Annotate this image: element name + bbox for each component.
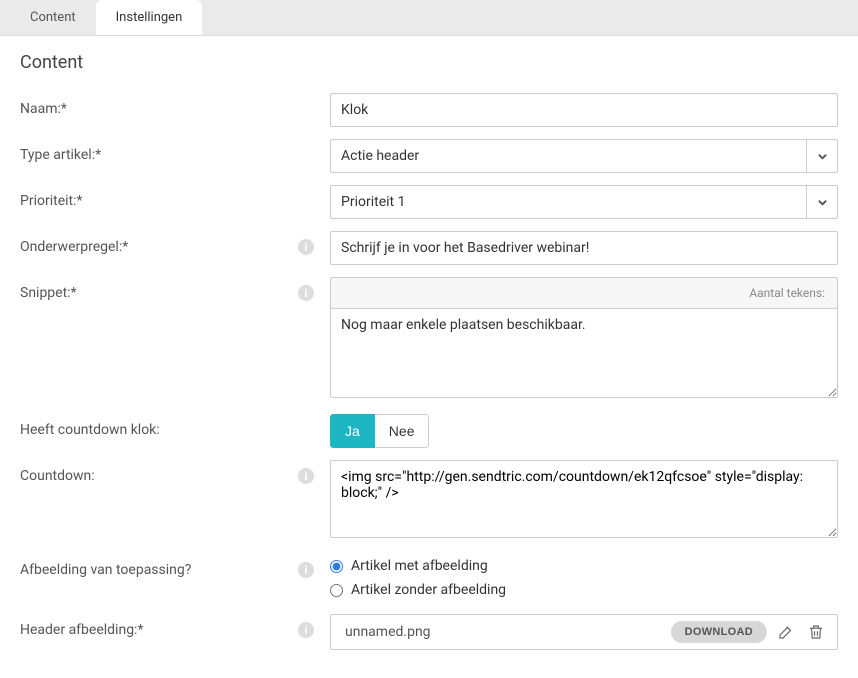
countdown-textarea[interactable] (330, 460, 838, 538)
info-icon[interactable]: i (298, 562, 314, 578)
info-icon[interactable]: i (298, 285, 314, 301)
label-type-artikel: Type artikel:* (20, 147, 101, 163)
info-icon[interactable]: i (298, 468, 314, 484)
label-onderwerpregel: Onderwerpregel:* (20, 239, 128, 255)
radio-met-afbeelding[interactable]: Artikel met afbeelding (330, 554, 838, 578)
label-prioriteit: Prioriteit:* (20, 193, 83, 209)
radio-met-input[interactable] (330, 560, 343, 573)
radio-zonder-afbeelding[interactable]: Artikel zonder afbeelding (330, 578, 838, 602)
label-header-afbeelding: Header afbeelding:* (20, 622, 143, 638)
info-icon[interactable]: i (298, 239, 314, 255)
tab-content[interactable]: Content (10, 0, 96, 35)
toggle-nee-button[interactable]: Nee (375, 414, 430, 448)
tab-settings[interactable]: Instellingen (96, 0, 203, 35)
label-heeft-countdown: Heeft countdown klok: (20, 422, 160, 438)
prioriteit-value: Prioriteit 1 (330, 185, 806, 219)
trash-icon[interactable] (805, 621, 827, 643)
naam-input[interactable] (330, 93, 838, 127)
tab-bar: Content Instellingen (0, 0, 858, 36)
chevron-down-icon[interactable] (806, 139, 838, 173)
type-artikel-select[interactable]: Actie header (330, 139, 838, 173)
onderwerpregel-input[interactable] (330, 231, 838, 265)
countdown-toggle: Ja Nee (330, 414, 429, 448)
chevron-down-icon[interactable] (806, 185, 838, 219)
label-afbeelding-toepassing: Afbeelding van toepassing? (20, 562, 191, 578)
info-icon[interactable]: i (298, 622, 314, 638)
type-artikel-value: Actie header (330, 139, 806, 173)
radio-zonder-input[interactable] (330, 584, 343, 597)
radio-met-label: Artikel met afbeelding (351, 558, 488, 574)
label-snippet: Snippet:* (20, 285, 77, 301)
toggle-ja-button[interactable]: Ja (330, 414, 375, 448)
download-button[interactable]: DOWNLOAD (671, 621, 767, 643)
prioriteit-select[interactable]: Prioriteit 1 (330, 185, 838, 219)
page-title: Content (20, 52, 838, 73)
snippet-textarea[interactable] (330, 308, 838, 398)
label-naam: Naam:* (20, 101, 67, 117)
radio-zonder-label: Artikel zonder afbeelding (351, 582, 506, 598)
header-file-row: unnamed.png DOWNLOAD (330, 614, 838, 650)
header-file-name: unnamed.png (341, 624, 663, 640)
snippet-charcount: Aantal tekens: (330, 277, 838, 308)
label-countdown: Countdown: (20, 468, 95, 484)
edit-icon[interactable] (775, 621, 797, 643)
